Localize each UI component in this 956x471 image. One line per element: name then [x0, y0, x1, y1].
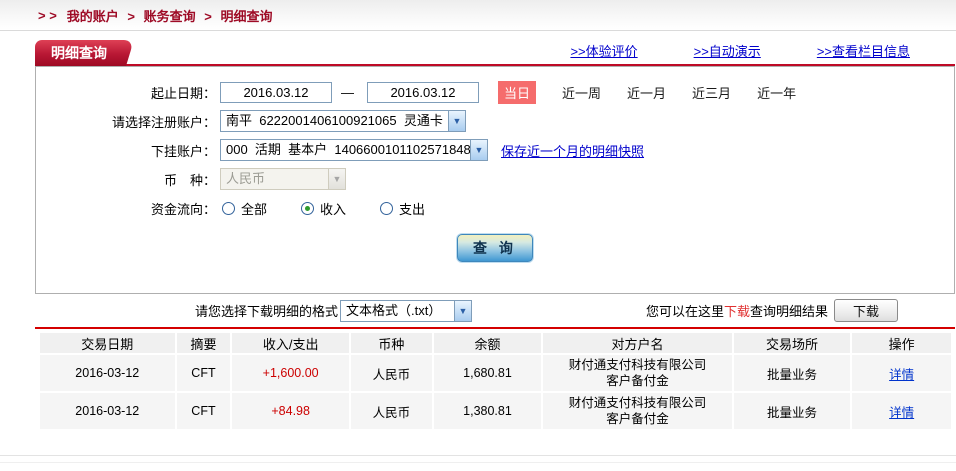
breadcrumb-prefix: > >	[38, 8, 57, 23]
column-header: 余额	[434, 333, 542, 353]
chevron-down-icon: ▼	[328, 169, 345, 189]
cell-counterparty: 财付通支付科技有限公司客户备付金	[543, 393, 731, 429]
flow-option-label[interactable]: 收入	[320, 199, 346, 218]
currency-label: 币 种：	[36, 170, 216, 189]
cell-place: 批量业务	[734, 355, 851, 391]
tab-label: 明细查询	[51, 45, 107, 61]
column-header: 收入/支出	[232, 333, 349, 353]
query-button[interactable]: 查 询	[457, 234, 533, 262]
quick-range-1[interactable]: 近一月	[627, 86, 666, 101]
date-from-input[interactable]	[220, 82, 332, 103]
link-auto-demo[interactable]: >>自动演示	[694, 41, 761, 60]
flow-label: 资金流向：	[36, 199, 216, 218]
breadcrumb-item-0[interactable]: 我的账户	[67, 9, 119, 24]
flow-option-label[interactable]: 全部	[241, 199, 267, 218]
download-hint: 您可以在这里下载查询明细结果 下载	[646, 299, 898, 322]
cell-summary: CFT	[177, 355, 231, 391]
date-dash: —	[341, 85, 354, 100]
table-row: 2016-03-12CFT+84.98人民币1,380.81财付通支付科技有限公…	[40, 393, 951, 429]
flow-options: 全部 收入 支出	[216, 199, 453, 218]
download-format-value: 文本格式（.txt）	[341, 301, 454, 321]
save-snapshot-link[interactable]: 保存近一个月的明细快照	[501, 141, 644, 160]
sub-account-row: 下挂账户： 000 活期 基本户 1406600101102571848 ▼ 保…	[36, 138, 954, 162]
cell-place: 批量业务	[734, 393, 851, 429]
account-row: 请选择注册账户： 南平 6222001406100921065 灵通卡 ▼	[36, 109, 954, 133]
quick-range-3[interactable]: 近一年	[757, 86, 796, 101]
footer-divider	[0, 455, 956, 463]
detail-link[interactable]: 详情	[889, 406, 914, 420]
flow-option-0[interactable]: 全部	[222, 199, 267, 218]
radio-unchecked-icon[interactable]	[222, 202, 235, 215]
download-button[interactable]: 下载	[834, 299, 898, 322]
column-header: 交易场所	[734, 333, 851, 353]
download-format-label: 请您选择下载明细的格式	[195, 301, 338, 320]
tab-row: 明细查询 >>体验评价 >>自动演示 >>查看栏目信息	[35, 40, 955, 66]
download-row: 请您选择下载明细的格式 文本格式（.txt） ▼ 您可以在这里下载查询明细结果 …	[0, 294, 956, 327]
cell-action: 详情	[852, 393, 951, 429]
cell-currency: 人民币	[351, 355, 432, 391]
flow-option-1[interactable]: 收入	[301, 199, 346, 218]
chevron-down-icon[interactable]: ▼	[454, 301, 471, 321]
cell-counterparty: 财付通支付科技有限公司客户备付金	[543, 355, 731, 391]
sub-account-select[interactable]: 000 活期 基本户 1406600101102571848 ▼	[220, 139, 488, 161]
cell-balance: 1,680.81	[434, 355, 542, 391]
account-label: 请选择注册账户：	[36, 112, 216, 131]
transactions-table: 交易日期摘要收入/支出币种余额对方户名交易场所操作 2016-03-12CFT+…	[38, 331, 953, 431]
flow-option-label[interactable]: 支出	[399, 199, 425, 218]
flow-option-2[interactable]: 支出	[380, 199, 425, 218]
download-format-select[interactable]: 文本格式（.txt） ▼	[340, 300, 472, 322]
date-range-row: 起止日期： — 当日 近一周 近一月 近三月 近一年	[36, 80, 954, 104]
currency-select: 人民币 ▼	[220, 168, 346, 190]
download-hint-before: 您可以在这里	[646, 301, 724, 320]
breadcrumb-separator: >	[201, 9, 216, 24]
cell-balance: 1,380.81	[434, 393, 542, 429]
radio-unchecked-icon[interactable]	[380, 202, 393, 215]
tab-detail-query[interactable]: 明细查询	[35, 40, 121, 66]
sub-account-label: 下挂账户：	[36, 141, 216, 160]
quick-range-links: 近一周 近一月 近三月 近一年	[536, 83, 796, 102]
cell-currency: 人民币	[351, 393, 432, 429]
quick-range-0[interactable]: 近一周	[562, 86, 601, 101]
date-range-label: 起止日期：	[36, 83, 216, 102]
cell-summary: CFT	[177, 393, 231, 429]
column-header: 交易日期	[40, 333, 175, 353]
cell-amount: +84.98	[232, 393, 349, 429]
column-header: 币种	[351, 333, 432, 353]
query-form-panel: 起止日期： — 当日 近一周 近一月 近三月 近一年 请选择注册账户： 南平 6222…	[35, 66, 955, 294]
currency-select-value: 人民币	[221, 169, 328, 189]
column-header: 摘要	[177, 333, 231, 353]
column-header: 操作	[852, 333, 951, 353]
currency-row: 币 种： 人民币 ▼	[36, 167, 954, 191]
cell-date: 2016-03-12	[40, 355, 175, 391]
red-divider	[35, 327, 955, 329]
query-button-wrap: 查 询	[36, 234, 954, 262]
quick-range-2[interactable]: 近三月	[692, 86, 731, 101]
flow-row: 资金流向： 全部 收入 支出	[36, 196, 954, 220]
header-links: >>体验评价 >>自动演示 >>查看栏目信息	[570, 41, 910, 64]
column-header: 对方户名	[543, 333, 731, 353]
link-experience-review[interactable]: >>体验评价	[570, 41, 637, 60]
download-hint-after: 查询明细结果	[750, 301, 828, 320]
radio-checked-icon[interactable]	[301, 202, 314, 215]
today-button[interactable]: 当日	[498, 81, 536, 104]
cell-action: 详情	[852, 355, 951, 391]
cell-amount: +1,600.00	[232, 355, 349, 391]
table-row: 2016-03-12CFT+1,600.00人民币1,680.81财付通支付科技…	[40, 355, 951, 391]
account-select[interactable]: 南平 6222001406100921065 灵通卡 ▼	[220, 110, 466, 132]
cell-date: 2016-03-12	[40, 393, 175, 429]
chevron-down-icon[interactable]: ▼	[470, 140, 487, 160]
download-text-link[interactable]: 下载	[724, 301, 750, 320]
chevron-down-icon[interactable]: ▼	[448, 111, 465, 131]
sub-account-select-value: 000 活期 基本户 1406600101102571848	[221, 140, 470, 160]
table-header-row: 交易日期摘要收入/支出币种余额对方户名交易场所操作	[40, 333, 951, 353]
date-to-input[interactable]	[367, 82, 479, 103]
link-view-column-info[interactable]: >>查看栏目信息	[817, 41, 910, 60]
breadcrumb-item-2[interactable]: 明细查询	[220, 9, 272, 24]
account-select-value: 南平 6222001406100921065 灵通卡	[221, 111, 448, 131]
breadcrumb: > > 我的账户 > 账务查询 > 明细查询	[0, 0, 956, 31]
breadcrumb-item-1[interactable]: 账务查询	[144, 9, 196, 24]
detail-link[interactable]: 详情	[889, 368, 914, 382]
breadcrumb-items: 我的账户 > 账务查询 > 明细查询	[57, 6, 273, 25]
breadcrumb-separator: >	[124, 9, 139, 24]
